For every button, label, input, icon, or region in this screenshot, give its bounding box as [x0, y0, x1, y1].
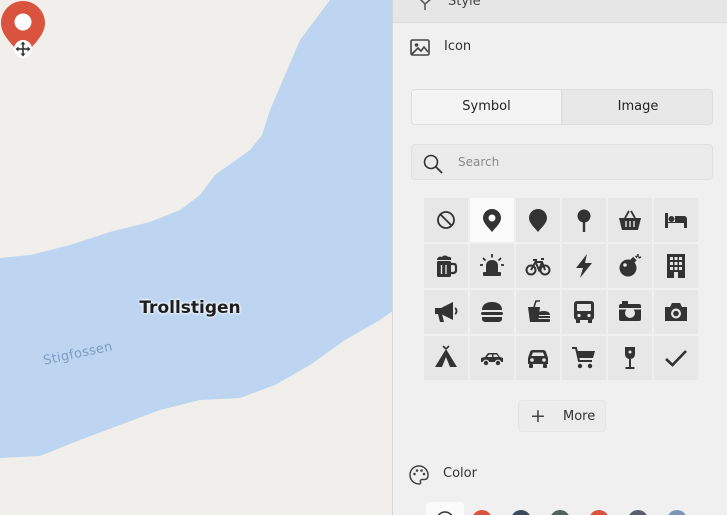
bicycle-icon — [525, 258, 551, 276]
round-pin-icon — [577, 209, 591, 232]
icon-grid — [424, 198, 698, 382]
no-color-icon — [437, 511, 453, 515]
map-pin-icon — [483, 209, 501, 232]
no-symbol-icon — [437, 211, 455, 229]
swatch[interactable] — [589, 510, 609, 515]
map-water — [0, 0, 394, 458]
car-front-icon — [528, 350, 548, 368]
icon-cell[interactable] — [608, 244, 652, 288]
icon-cell[interactable] — [608, 198, 652, 242]
icon-type-tabs: Symbol Image — [411, 89, 713, 125]
map-canvas[interactable]: Trollstigen Stigfossen — [0, 0, 394, 515]
icon-cell[interactable] — [516, 336, 560, 380]
icon-cell[interactable] — [608, 290, 652, 334]
more-icons-button[interactable]: + More — [518, 400, 606, 432]
megaphone-icon — [435, 302, 458, 322]
camera-box-icon — [619, 301, 641, 321]
search-icon — [422, 153, 444, 179]
icon-cell[interactable] — [654, 336, 698, 380]
style-section-header[interactable]: Style — [393, 0, 727, 23]
icon-cell[interactable] — [562, 198, 606, 242]
swatch-none[interactable] — [426, 502, 464, 515]
icon-cell[interactable] — [424, 290, 468, 334]
style-section-label: Style — [448, 0, 481, 9]
beer-mug-icon — [437, 255, 458, 277]
icon-cell[interactable] — [470, 336, 514, 380]
icon-cell[interactable] — [470, 244, 514, 288]
swatch[interactable] — [550, 510, 570, 515]
plus-icon: + — [530, 405, 546, 427]
icon-cell[interactable] — [654, 290, 698, 334]
tab-image[interactable]: Image — [563, 90, 712, 124]
color-section-header[interactable]: Color — [392, 460, 727, 490]
drop-pin-icon — [529, 209, 547, 232]
icon-cell[interactable] — [424, 198, 468, 242]
burger-icon — [481, 302, 503, 322]
shopping-cart-icon — [572, 347, 595, 369]
paint-bucket-icon — [415, 0, 435, 16]
icon-cell[interactable] — [516, 198, 560, 242]
more-button-label: More — [563, 409, 596, 424]
swatch[interactable] — [667, 510, 687, 515]
icon-cell[interactable] — [516, 244, 560, 288]
map-marker[interactable] — [0, 0, 48, 58]
tab-symbol[interactable]: Symbol — [412, 90, 562, 124]
car-side-icon — [481, 353, 503, 367]
swatch[interactable] — [628, 510, 648, 515]
color-swatches — [426, 502, 706, 515]
place-label: Trollstigen — [139, 298, 241, 318]
camera-icon — [665, 303, 687, 321]
color-section-label: Color — [443, 466, 477, 481]
icon-cell[interactable] — [424, 244, 468, 288]
icon-cell[interactable] — [424, 336, 468, 380]
tent-icon — [435, 345, 457, 367]
fast-food-icon — [528, 300, 550, 322]
alarm-bell-icon — [480, 254, 504, 276]
icon-cell-selected[interactable] — [470, 198, 514, 242]
building-icon — [667, 254, 685, 278]
lightning-icon — [576, 254, 592, 278]
icon-search[interactable] — [411, 144, 713, 180]
icon-cell[interactable] — [654, 244, 698, 288]
bus-icon — [574, 301, 594, 323]
icon-cell[interactable] — [562, 290, 606, 334]
icon-section-header[interactable]: Icon — [393, 33, 727, 63]
icon-cell[interactable] — [608, 336, 652, 380]
swatch[interactable] — [511, 510, 531, 515]
icon-cell[interactable] — [562, 336, 606, 380]
icon-cell[interactable] — [562, 244, 606, 288]
wine-glass-icon — [625, 347, 635, 369]
shopping-basket-icon — [619, 210, 641, 230]
palette-icon — [408, 464, 430, 490]
search-input[interactable] — [458, 152, 698, 172]
icon-section-label: Icon — [444, 39, 472, 54]
checkmark-icon — [665, 350, 687, 367]
icon-cell[interactable] — [516, 290, 560, 334]
icon-cell[interactable] — [470, 290, 514, 334]
icon-cell[interactable] — [654, 198, 698, 242]
bomb-icon — [619, 254, 642, 277]
swatch[interactable] — [472, 510, 492, 515]
bed-icon — [665, 213, 687, 228]
image-icon — [409, 37, 431, 63]
